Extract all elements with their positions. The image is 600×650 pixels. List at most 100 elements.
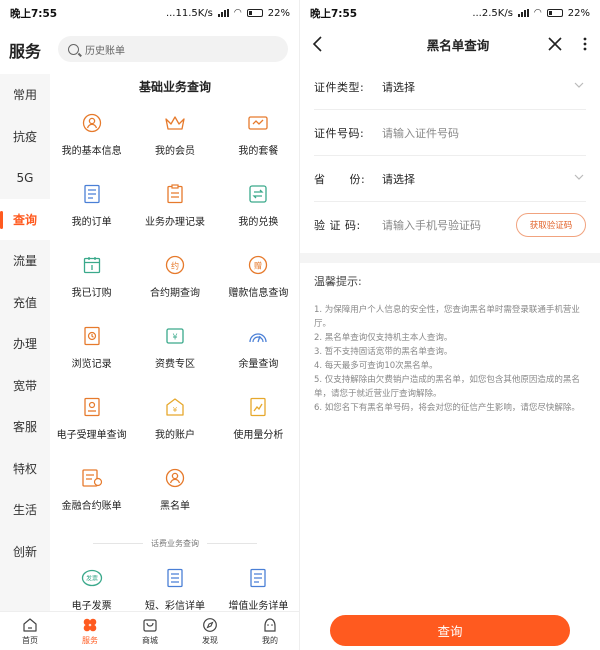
service-icon [82, 617, 98, 633]
grid-item-finance-bill[interactable]: 金融合约账单 [50, 461, 133, 532]
grid-item-account[interactable]: ¥ 我的账户 [133, 390, 216, 461]
discover-icon [202, 617, 218, 633]
status-bar: 晚上7:55 ...11.5K/s ◠ 22% [0, 0, 300, 26]
grid-item-contract[interactable]: 约 合约期查询 [133, 248, 216, 319]
grid-item-invoice[interactable]: 发票 电子发票 [50, 561, 133, 611]
sidebar-item-chongzhi[interactable]: 充值 [0, 282, 50, 324]
svg-text:发票: 发票 [86, 575, 98, 583]
grid-item-label: 使用量分析 [233, 430, 284, 441]
province-row[interactable]: 省 份: 请选择 [314, 156, 586, 202]
history-icon [81, 325, 103, 347]
service-screen: 晚上7:55 ...11.5K/s ◠ 22% 服务 常用 抗疫 5G 查询 流… [0, 0, 300, 650]
sidebar-item-liuliang[interactable]: 流量 [0, 240, 50, 282]
more-button[interactable] [570, 26, 600, 62]
sidebar-item-banli[interactable]: 办理 [0, 323, 50, 365]
grid-item-exchange[interactable]: 我的兑换 [217, 177, 300, 248]
grid-item-label: 黑名单 [159, 501, 190, 512]
account-icon: ¥ [164, 396, 186, 418]
svg-text:赠: 赠 [254, 261, 262, 271]
status-time: 晚上7:55 [10, 7, 58, 20]
close-button[interactable] [540, 26, 570, 62]
search-icon [68, 43, 79, 55]
page-title: 黑名单查询 [426, 37, 490, 53]
tab-home[interactable]: 首页 [0, 612, 60, 650]
tab-discover[interactable]: 发现 [180, 612, 240, 650]
sidebar-item-chuangxin[interactable]: 创新 [0, 531, 50, 573]
grid-item-member[interactable]: 我的会员 [133, 106, 216, 177]
grid-item-label: 我的订单 [71, 217, 112, 228]
network-speed: ...2.5K/s [472, 7, 513, 19]
sidebar-item-kuandai[interactable]: 宽带 [0, 365, 50, 407]
sms-detail-icon [164, 567, 186, 589]
crown-icon [164, 112, 186, 134]
search-placeholder: 历史账单 [85, 45, 125, 57]
tab-shop[interactable]: 商城 [120, 612, 180, 650]
receipt-icon [81, 396, 103, 418]
tips-section: 温馨提示: 1. 为保障用户个人信息的安全性，您查询黑名单时需登录联通手机营业厅… [314, 273, 588, 415]
section-title: 基础业务查询 [138, 80, 211, 94]
navigation-bar: 黑名单查询 [300, 26, 600, 62]
battery-level: 22% [267, 7, 290, 19]
grid-item-balance[interactable]: 余量查询 [217, 319, 300, 390]
battery-icon [246, 9, 263, 17]
clipboard-icon [164, 183, 186, 205]
grid-item-label: 我的账户 [154, 430, 195, 441]
tariff-icon: ¥ [164, 325, 186, 347]
tip-item: 1. 为保障用户个人信息的安全性，您查询黑名单时需登录联通手机营业厅。 [314, 305, 580, 329]
sidebar-item-kefu[interactable]: 客服 [0, 406, 50, 448]
signal-icon [217, 9, 229, 17]
grid-item-label: 合约期查询 [149, 288, 200, 299]
grid-item-label: 赠款信息查询 [228, 288, 289, 299]
grid-item-label: 我的套餐 [238, 146, 279, 157]
tab-profile[interactable]: 我的 [240, 612, 300, 650]
sidebar-item-shenghuo[interactable]: 生活 [0, 489, 50, 531]
grid-item-label: 电子受理单查询 [56, 430, 127, 441]
grid-item-subscribed[interactable]: 我已订购 [50, 248, 133, 319]
id-number-input[interactable]: 请输入证件号码 [382, 125, 586, 141]
sub-section-title: 话费业务查询 [50, 538, 300, 549]
grid-item-basic-info[interactable]: 我的基本信息 [50, 106, 133, 177]
grid-item-gift[interactable]: 赠 赠款信息查询 [217, 248, 300, 319]
grid-item-package[interactable]: 我的套餐 [217, 106, 300, 177]
tab-label: 服务 [82, 635, 98, 645]
province-label: 省 份: [314, 172, 366, 186]
query-button[interactable]: 查询 [330, 615, 570, 646]
id-type-row[interactable]: 证件类型: 请选择 [314, 64, 586, 110]
calendar-icon [81, 254, 103, 276]
query-form: 证件类型: 请选择 证件号码: 请输入证件号码 省 份: 请选择 验 证 码: … [314, 64, 586, 248]
back-button[interactable] [300, 26, 336, 62]
grid-item-history[interactable]: 浏览记录 [50, 319, 133, 390]
tab-service[interactable]: 服务 [60, 612, 120, 650]
wifi-icon: ◠ [233, 8, 242, 18]
grid-item-blacklist[interactable]: 黑名单 [133, 461, 216, 532]
grid-item-orders[interactable]: 我的订单 [50, 177, 133, 248]
grid-item-tariff[interactable]: ¥ 资费专区 [133, 319, 216, 390]
sidebar-item-kangyi[interactable]: 抗疫 [0, 116, 50, 158]
status-bar: 晚上7:55 ...2.5K/s ◠ 22% [300, 0, 600, 26]
verification-code-row: 验 证 码: 请输入手机号验证码 获取验证码 [314, 202, 586, 248]
more-vertical-icon [583, 37, 587, 51]
sidebar-item-tequan[interactable]: 特权 [0, 448, 50, 490]
id-type-select[interactable]: 请选择 [382, 79, 586, 95]
grid-item-usage[interactable]: 使用量分析 [217, 390, 300, 461]
province-select[interactable]: 请选择 [382, 171, 586, 187]
grid-item-vas-detail[interactable]: 增值业务详单 [217, 561, 300, 611]
tip-item: 2. 黑名单查询仅支持机主本人查询。 [314, 333, 453, 343]
sidebar-item-5g[interactable]: 5G [0, 157, 50, 199]
search-bar[interactable]: 历史账单 [58, 36, 288, 62]
network-speed: ...11.5K/s [165, 7, 213, 19]
grid-item-receipt[interactable]: 电子受理单查询 [50, 390, 133, 461]
grid-item-sms-detail[interactable]: 短、彩信详单 [133, 561, 216, 611]
sidebar-item-chaxun[interactable]: 查询 [0, 198, 50, 240]
grid-item-label: 金融合约账单 [61, 501, 122, 512]
query-grid: 我的基本信息 我的会员 我的套餐 我的订单 业务办理记录 我的兑换 我已订购 约… [50, 106, 300, 532]
sidebar-item-changyong[interactable]: 常用 [0, 74, 50, 116]
home-icon [22, 617, 38, 633]
get-code-button[interactable]: 获取验证码 [516, 213, 586, 237]
status-time: 晚上7:55 [310, 7, 358, 20]
id-number-row: 证件号码: 请输入证件号码 [314, 110, 586, 156]
battery-icon [546, 9, 563, 17]
grid-item-records[interactable]: 业务办理记录 [133, 177, 216, 248]
chevron-left-icon [312, 36, 322, 52]
analysis-icon [247, 396, 269, 418]
